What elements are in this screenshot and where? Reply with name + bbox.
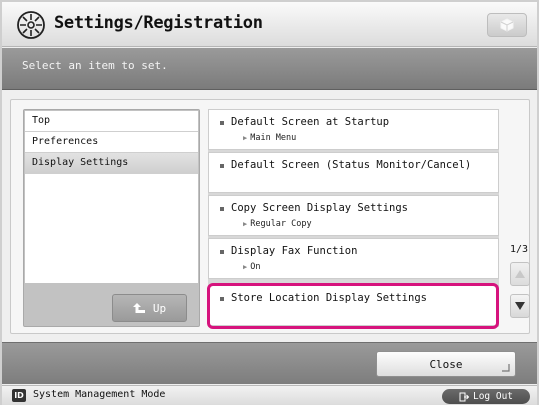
title-bar: Settings/Registration xyxy=(2,2,537,47)
up-arrow-icon xyxy=(132,303,145,313)
list-item-display-fax-function[interactable]: Display Fax Function ▶ On xyxy=(208,238,499,279)
up-button[interactable]: Up xyxy=(112,294,187,322)
nav-item-display-settings[interactable]: Display Settings xyxy=(25,153,198,174)
play-arrow-icon: ▶ xyxy=(243,134,248,142)
bullet-icon xyxy=(220,164,224,168)
nav-item-top[interactable]: Top xyxy=(25,111,198,132)
bullet-icon xyxy=(220,121,224,125)
bottom-bar: Close xyxy=(2,342,537,384)
close-button-label: Close xyxy=(429,357,463,371)
id-icon: ID xyxy=(12,389,26,402)
scroll-down-button[interactable] xyxy=(510,294,530,318)
item-value-text: Main Menu xyxy=(250,133,297,143)
page-indicator: 1/3 xyxy=(510,244,529,255)
triangle-down-icon xyxy=(515,302,525,310)
item-title: Default Screen (Status Monitor/Cancel) xyxy=(231,159,472,171)
bullet-icon xyxy=(220,207,224,211)
item-title: Default Screen at Startup xyxy=(231,116,390,128)
up-button-label: Up xyxy=(152,301,167,315)
status-bar: ID System Management Mode Log Out xyxy=(2,385,537,405)
item-value-text: On xyxy=(250,262,261,272)
scroll-up-button[interactable] xyxy=(510,262,530,286)
list-item-default-screen-startup[interactable]: Default Screen at Startup ▶ Main Menu xyxy=(208,109,499,150)
logout-label: Log Out xyxy=(472,391,514,402)
play-arrow-icon: ▶ xyxy=(243,263,248,271)
triangle-up-icon xyxy=(515,270,525,278)
settings-registration-icon xyxy=(17,11,45,39)
cube-button[interactable] xyxy=(487,13,527,37)
close-button[interactable]: Close xyxy=(376,351,516,377)
item-value: ▶ Regular Copy xyxy=(243,219,312,229)
item-value: ▶ On xyxy=(243,262,260,272)
item-title: Copy Screen Display Settings xyxy=(231,202,409,214)
logout-icon xyxy=(459,392,469,401)
logout-button[interactable]: Log Out xyxy=(442,389,530,404)
cube-icon xyxy=(500,18,514,32)
breadcrumb-list: Top Preferences Display Settings xyxy=(25,111,198,283)
navigation-panel: Top Preferences Display Settings Up xyxy=(23,109,200,327)
item-value-text: Regular Copy xyxy=(250,219,312,229)
item-value: ▶ Main Menu xyxy=(243,133,296,143)
message-bar: Select an item to set. xyxy=(2,48,537,90)
play-arrow-icon: ▶ xyxy=(243,220,248,228)
instruction-message: Select an item to set. xyxy=(22,59,168,72)
main-window: Settings/Registration Select an item to … xyxy=(0,0,539,405)
mode-label: System Management Mode xyxy=(33,389,166,400)
bullet-icon xyxy=(220,250,224,254)
item-title: Display Fax Function xyxy=(231,245,358,257)
list-item-copy-screen-display[interactable]: Copy Screen Display Settings ▶ Regular Co… xyxy=(208,195,499,236)
enter-corner-icon xyxy=(502,364,510,372)
nav-item-preferences[interactable]: Preferences xyxy=(25,132,198,153)
selection-highlight xyxy=(207,283,499,329)
content-panel: Top Preferences Display Settings Up Defa… xyxy=(10,99,530,334)
list-item-default-screen-status-monitor[interactable]: Default Screen (Status Monitor/Cancel) xyxy=(208,152,499,193)
page-title: Settings/Registration xyxy=(54,13,263,33)
